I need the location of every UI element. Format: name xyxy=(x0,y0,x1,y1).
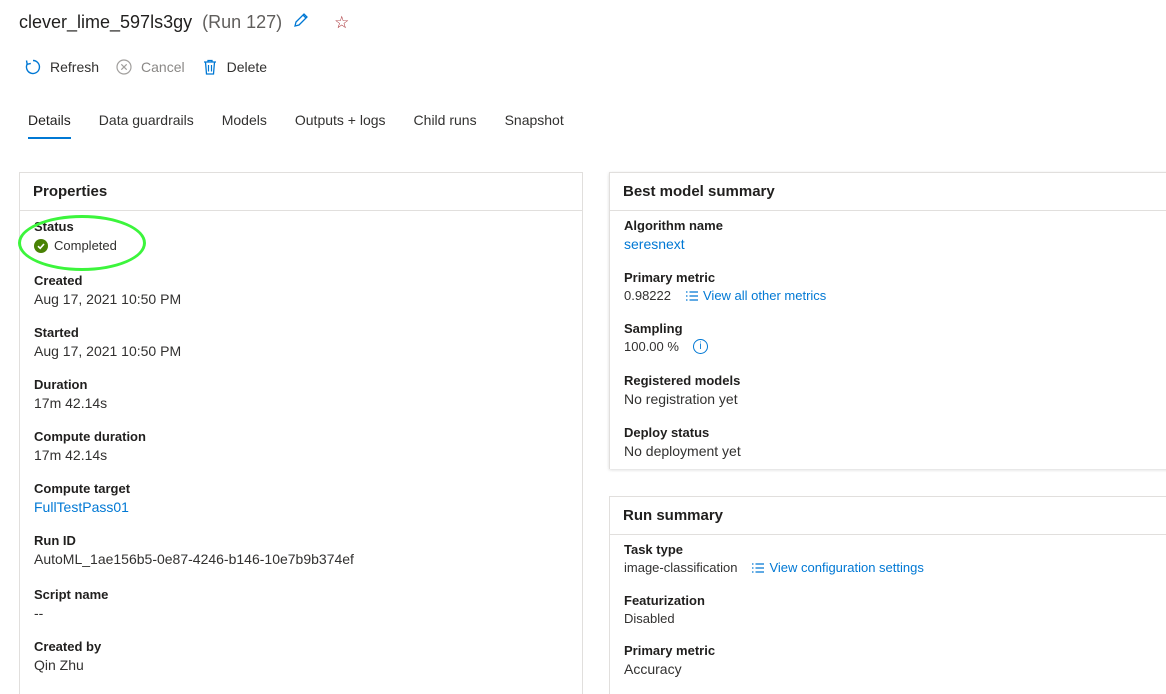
deploy-status-property: Deploy status No deployment yet xyxy=(624,425,741,459)
tab-data-guardrails[interactable]: Data guardrails xyxy=(99,112,194,139)
registered-models-value: No registration yet xyxy=(624,391,738,407)
compute-duration-value: 17m 42.14s xyxy=(34,447,108,463)
run-number: (Run 127) xyxy=(202,12,283,32)
delete-button[interactable]: Delete xyxy=(201,58,267,76)
task-type-row: image-classification View configuration … xyxy=(624,560,924,575)
refresh-label: Refresh xyxy=(50,59,100,75)
script-name-label: Script name xyxy=(34,587,109,602)
view-configuration-label: View configuration settings xyxy=(769,560,924,575)
toolbar: Refresh Cancel Delete xyxy=(24,58,283,76)
cancel-button[interactable]: Cancel xyxy=(115,58,185,76)
primary-metric-row: 0.98222 View all other metrics xyxy=(624,288,826,303)
registered-models-property: Registered models No registration yet xyxy=(624,373,740,407)
cancel-label: Cancel xyxy=(141,59,185,75)
started-property: Started Aug 17, 2021 10:50 PM xyxy=(34,325,181,359)
script-name-property: Script name -- xyxy=(34,587,108,621)
duration-label: Duration xyxy=(34,377,88,392)
list-icon xyxy=(751,562,765,574)
compute-target-property: Compute target FullTestPass01 xyxy=(34,481,130,515)
status-property: Status Completed xyxy=(34,219,117,253)
created-value: Aug 17, 2021 10:50 PM xyxy=(34,291,182,307)
refresh-button[interactable]: Refresh xyxy=(24,58,99,76)
created-by-property: Created by Qin Zhu xyxy=(34,639,101,673)
run-primary-metric-label: Primary metric xyxy=(624,643,716,658)
edit-pencil-icon[interactable] xyxy=(292,11,310,34)
deploy-status-label: Deploy status xyxy=(624,425,710,440)
refresh-icon xyxy=(24,58,42,76)
run-summary-title: Run summary xyxy=(610,497,1166,535)
sampling-property: Sampling 100.00 % i xyxy=(624,321,708,354)
best-model-summary-card: Best model summary Algorithm name seresn… xyxy=(609,172,1166,469)
info-icon[interactable]: i xyxy=(692,339,708,354)
check-circle-icon xyxy=(34,238,48,253)
delete-label: Delete xyxy=(226,59,268,75)
sampling-value: 100.00 % xyxy=(624,339,679,354)
created-property: Created Aug 17, 2021 10:50 PM xyxy=(34,273,181,307)
run-id-property: Run ID AutoML_1ae156b5-0e87-4246-b146-10… xyxy=(34,533,354,567)
algorithm-link[interactable]: seresnext xyxy=(624,236,723,252)
view-all-metrics-label: View all other metrics xyxy=(703,288,827,303)
algorithm-label: Algorithm name xyxy=(624,218,723,233)
primary-metric-label: Primary metric xyxy=(624,270,716,285)
tab-bar: Details Data guardrails Models Outputs +… xyxy=(28,112,592,139)
algorithm-property: Algorithm name seresnext xyxy=(624,218,723,252)
tab-outputs-logs[interactable]: Outputs + logs xyxy=(295,112,386,139)
list-icon xyxy=(685,290,699,302)
properties-title: Properties xyxy=(20,173,582,211)
task-type-label: Task type xyxy=(624,542,684,557)
primary-metric-value: 0.98222 xyxy=(624,288,671,303)
properties-card: Properties Status Completed Created Aug … xyxy=(19,172,583,694)
created-by-label: Created by xyxy=(34,639,102,654)
run-summary-card: Run summary Task type image-classificati… xyxy=(609,496,1166,694)
duration-value: 17m 42.14s xyxy=(34,395,108,411)
compute-target-link[interactable]: FullTestPass01 xyxy=(34,499,130,515)
run-primary-metric-value: Accuracy xyxy=(624,661,682,677)
script-name-value: -- xyxy=(34,605,44,621)
sampling-row: 100.00 % i xyxy=(624,339,708,354)
run-id-label: Run ID xyxy=(34,533,76,548)
started-label: Started xyxy=(34,325,79,340)
status-badge: Completed xyxy=(34,238,117,253)
cancel-circle-icon xyxy=(115,58,133,76)
task-type-property: Task type image-classification View conf… xyxy=(624,542,924,575)
deploy-status-value: No deployment yet xyxy=(624,443,741,459)
sampling-label: Sampling xyxy=(624,321,683,336)
featurization-label: Featurization xyxy=(624,593,705,608)
favorite-star-icon[interactable]: ☆ xyxy=(334,13,349,33)
compute-target-label: Compute target xyxy=(34,481,131,496)
task-type-value: image-classification xyxy=(624,560,738,575)
run-primary-metric-property: Primary metric Accuracy xyxy=(624,643,715,677)
view-configuration-link[interactable]: View configuration settings xyxy=(751,560,924,575)
tab-child-runs[interactable]: Child runs xyxy=(414,112,477,139)
run-id-value: AutoML_1ae156b5-0e87-4246-b146-10e7b9b37… xyxy=(34,551,354,567)
compute-duration-label: Compute duration xyxy=(34,429,146,444)
featurization-value: Disabled xyxy=(624,611,675,626)
duration-property: Duration 17m 42.14s xyxy=(34,377,107,411)
tab-models[interactable]: Models xyxy=(222,112,267,139)
view-all-metrics-link[interactable]: View all other metrics xyxy=(685,288,826,303)
tab-snapshot[interactable]: Snapshot xyxy=(505,112,564,139)
compute-duration-property: Compute duration 17m 42.14s xyxy=(34,429,146,463)
started-value: Aug 17, 2021 10:50 PM xyxy=(34,343,182,359)
tab-details[interactable]: Details xyxy=(28,112,71,139)
run-details-page: clever_lime_597ls3gy (Run 127) ☆ Refresh… xyxy=(0,0,1166,694)
status-value: Completed xyxy=(54,238,117,253)
registered-models-label: Registered models xyxy=(624,373,741,388)
primary-metric-property: Primary metric 0.98222 View all other me… xyxy=(624,270,826,303)
featurization-property: Featurization Disabled xyxy=(624,593,705,626)
status-label: Status xyxy=(34,219,74,234)
best-model-summary-title: Best model summary xyxy=(610,173,1166,211)
run-title: clever_lime_597ls3gy (Run 127) ☆ xyxy=(19,11,349,34)
created-label: Created xyxy=(34,273,83,288)
created-by-value: Qin Zhu xyxy=(34,657,84,673)
run-name: clever_lime_597ls3gy xyxy=(19,12,193,32)
trash-icon xyxy=(201,58,219,76)
